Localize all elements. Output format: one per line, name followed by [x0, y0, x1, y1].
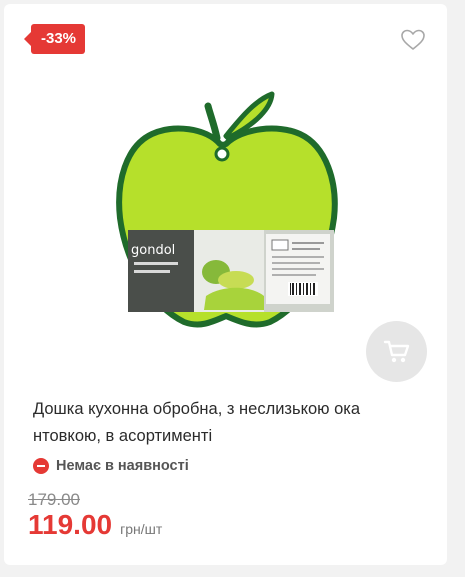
price-row: 119.00 грн/шт: [28, 509, 162, 541]
minus-circle-icon: [33, 458, 49, 474]
hang-hole: [214, 146, 230, 162]
price-unit: грн/шт: [120, 521, 163, 537]
add-to-cart-button[interactable]: [366, 321, 427, 382]
current-price: 119.00: [28, 509, 113, 540]
image-brand-text: gondol: [131, 243, 175, 258]
wishlist-heart-icon[interactable]: [400, 28, 426, 52]
old-price: 179.00: [28, 490, 80, 509]
product-title[interactable]: Дошка кухонна обробна, з неслизькою ока …: [33, 396, 423, 450]
stock-status: Немає в наявності: [33, 456, 189, 476]
product-label: gondol: [128, 230, 334, 312]
product-card[interactable]: -33% gondol Дошка кухонна обробна, з нес…: [4, 4, 447, 565]
discount-badge: -33%: [23, 24, 86, 54]
product-image[interactable]: gondol: [114, 84, 339, 332]
shopping-cart-icon: [383, 340, 410, 363]
stock-status-text: Немає в наявності: [56, 458, 189, 474]
